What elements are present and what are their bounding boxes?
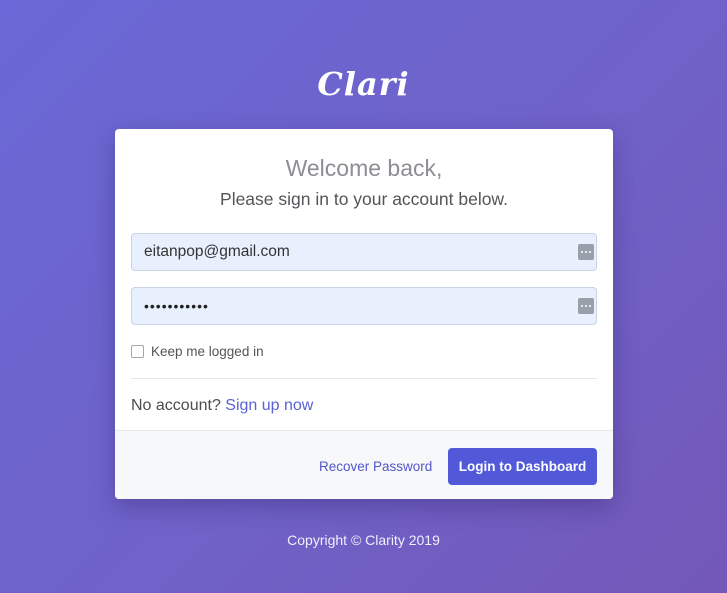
divider — [131, 378, 597, 379]
copyright-text: Copyright © Clarity 2019 — [287, 532, 440, 548]
email-field[interactable] — [131, 233, 597, 271]
welcome-heading: Welcome back, — [285, 155, 443, 181]
signup-link[interactable]: Sign up now — [225, 397, 313, 414]
password-input[interactable]: ••••••••••• — [144, 288, 209, 324]
signup-prompt: No account? Sign up now — [131, 395, 313, 417]
no-account-text: No account? — [131, 397, 221, 414]
remember-label[interactable]: Keep me logged in — [151, 343, 264, 361]
login-subtitle: Please sign in to your account below. — [220, 189, 508, 209]
password-field[interactable]: ••••••••••• — [131, 287, 597, 325]
email-input[interactable] — [132, 234, 574, 270]
recover-password-link[interactable]: Recover Password — [319, 459, 432, 474]
login-card: Welcome back, Please sign in to your acc… — [115, 129, 613, 499]
card-footer: Recover Password Login to Dashboard — [115, 430, 613, 499]
remember-checkbox[interactable] — [131, 345, 144, 358]
login-button[interactable]: Login to Dashboard — [448, 448, 597, 485]
brand-logo: Clari — [317, 65, 410, 100]
password-manager-icon[interactable] — [578, 298, 594, 314]
password-manager-icon[interactable] — [578, 244, 594, 260]
